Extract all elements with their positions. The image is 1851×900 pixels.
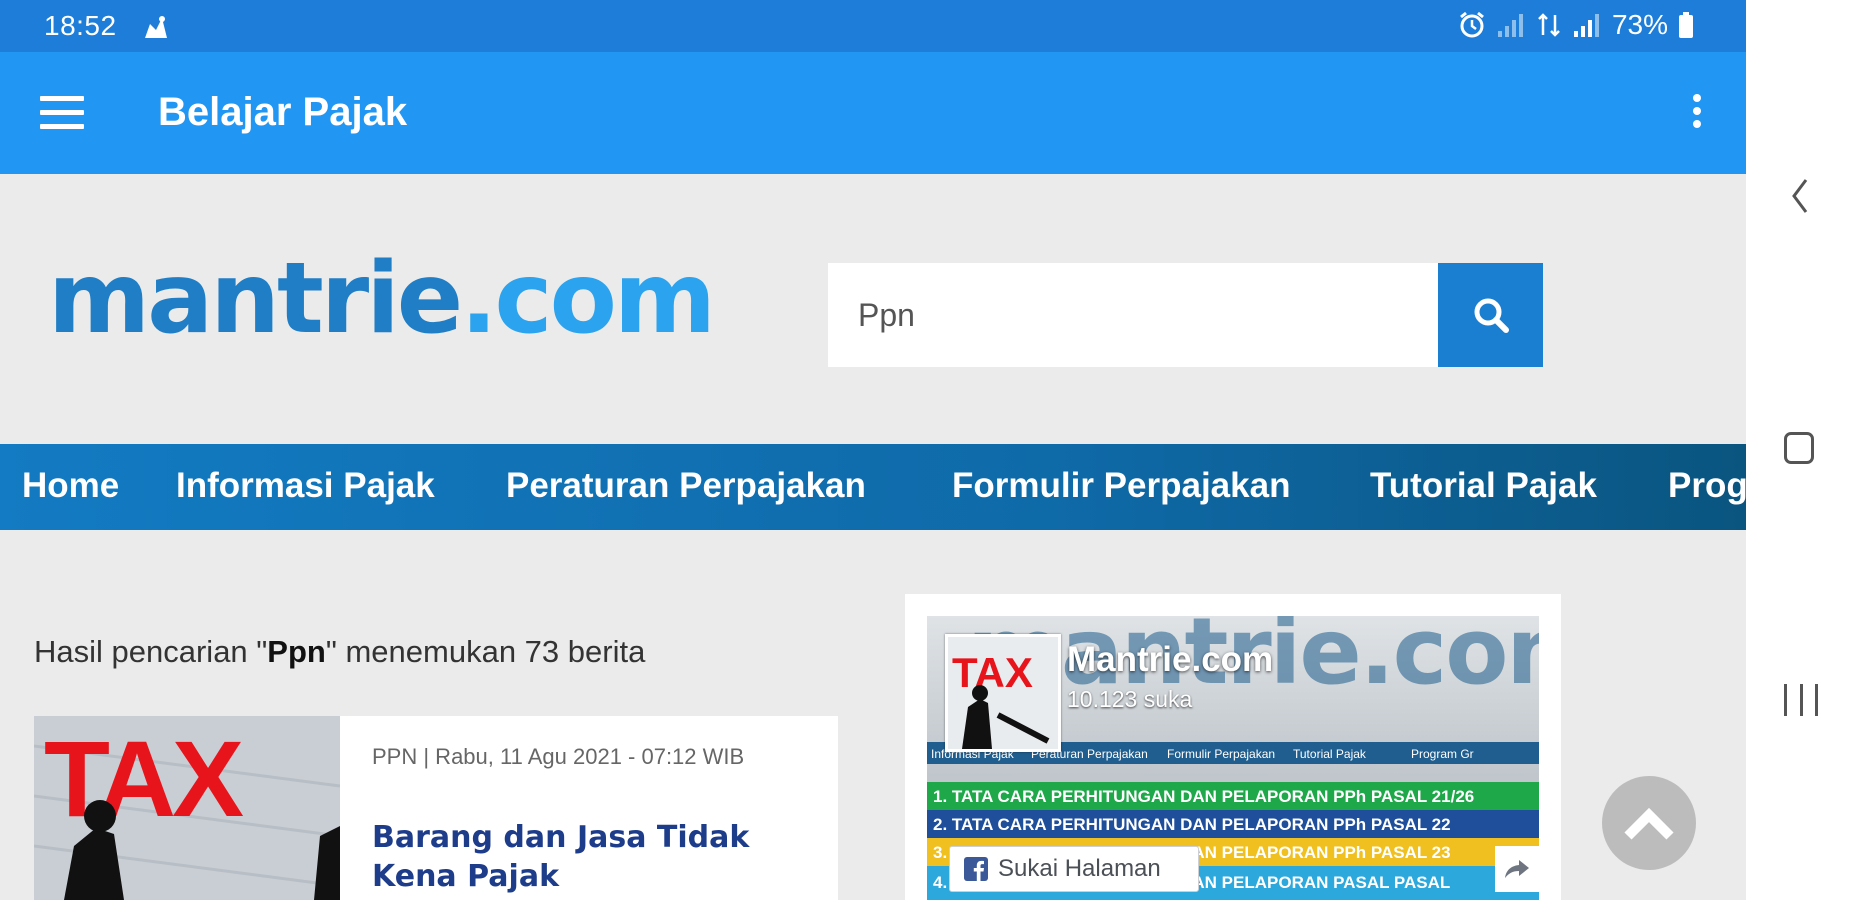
battery-icon <box>1679 12 1693 38</box>
article-meta: PPN | Rabu, 11 Agu 2021 - 07:12 WIB <box>372 744 745 769</box>
signal-icon <box>1497 14 1523 37</box>
alarm-icon <box>1460 11 1484 38</box>
search-query: Ppn <box>267 634 326 669</box>
status-icons: 73% <box>1458 9 1694 41</box>
notification-icon <box>145 16 167 38</box>
status-time: 18:52 <box>44 10 117 41</box>
data-icon <box>1538 13 1560 37</box>
like-button-label: Sukai Halaman <box>998 855 1161 882</box>
svg-text:1. TATA CARA PERHITUNGAN DAN: 1. TATA CARA PERHITUNGAN DAN PELAPORAN P… <box>933 787 1474 806</box>
logo-text-main: mantrie <box>48 242 463 356</box>
facebook-like-count: 10.123 suka <box>1067 686 1193 712</box>
search-icon <box>1474 298 1509 333</box>
facebook-share-button[interactable] <box>1495 846 1539 892</box>
article-thumbnail[interactable]: TAX <box>34 716 340 900</box>
battery-percent: 73% <box>1611 9 1668 40</box>
search-button[interactable] <box>1438 263 1543 367</box>
status-bar: 18:52 73% <box>0 0 1746 52</box>
facebook-like-page-button[interactable]: Sukai Halaman <box>949 846 1199 892</box>
svg-text:Formulir Perpajakan: Formulir Perpajakan <box>1167 747 1275 761</box>
recent-apps-icon[interactable] <box>1784 684 1818 716</box>
cover-row-1: 1. TATA CARA PERHITUNGAN DAN PELAPORAN P… <box>927 782 1539 810</box>
menu-item-tutorial-pajak[interactable]: Tutorial Pajak <box>1370 466 1597 506</box>
menu-item-formulir-perpajakan[interactable]: Formulir Perpajakan <box>952 466 1290 506</box>
app-title: Belajar Pajak <box>158 90 408 134</box>
menu-item-informasi-pajak[interactable]: Informasi Pajak <box>176 466 435 506</box>
facebook-cover[interactable]: mantrie.com Informasi Pajak Peraturan Pe… <box>927 616 1539 900</box>
svg-text:Program Gr: Program Gr <box>1411 747 1474 761</box>
site-logo[interactable]: mantrie.com <box>48 250 716 348</box>
system-nav-bar <box>1746 0 1851 900</box>
app-bar: Belajar Pajak <box>0 52 1746 174</box>
svg-text:Tutorial Pajak: Tutorial Pajak <box>1293 747 1367 761</box>
search-result-summary: Hasil pencarian "Ppn" menemukan 73 berit… <box>34 634 646 669</box>
facebook-page-name[interactable]: Mantrie.com <box>1067 640 1273 680</box>
scroll-to-top-button[interactable] <box>1602 776 1696 870</box>
signal-icon <box>1573 14 1599 37</box>
article-title[interactable]: Barang dan Jasa Tidak Kena Pajak <box>372 818 792 896</box>
hamburger-icon[interactable] <box>40 96 84 130</box>
tax-image: TAX <box>34 716 340 900</box>
app-screen: 18:52 73% Belajar Pajak mantrie.com Ppn … <box>0 0 1746 900</box>
main-menu: Home Informasi Pajak Peraturan Perpajaka… <box>0 444 1746 530</box>
cover-row-2: 2. TATA CARA PERHITUNGAN DAN PELAPORAN P… <box>927 810 1539 838</box>
menu-item-program[interactable]: Prog <box>1668 466 1746 506</box>
svg-text:2. TATA CARA PERHITUNGAN DAN: 2. TATA CARA PERHITUNGAN DAN PELAPORAN P… <box>933 815 1451 834</box>
menu-item-home[interactable]: Home <box>22 466 119 506</box>
back-icon[interactable] <box>1790 178 1810 214</box>
facebook-icon <box>964 857 988 881</box>
chevron-up-icon <box>1624 807 1674 840</box>
facebook-page-widget: mantrie.com Informasi Pajak Peraturan Pe… <box>905 594 1561 900</box>
facebook-page-avatar[interactable]: TAX <box>945 634 1061 752</box>
share-icon <box>1505 860 1529 878</box>
more-vert-icon[interactable] <box>1685 94 1709 134</box>
logo-text-domain: .com <box>460 242 716 356</box>
article-card[interactable]: TAX PPN | Rabu, 11 Agu 2021 - 07:12 WIB … <box>34 716 838 900</box>
thumb-tax-text: TAX <box>44 718 244 839</box>
search-input[interactable] <box>828 263 1438 367</box>
svg-text:TAX: TAX <box>952 649 1033 696</box>
home-icon[interactable] <box>1784 432 1814 464</box>
menu-item-peraturan-perpajakan[interactable]: Peraturan Perpajakan <box>506 466 866 506</box>
